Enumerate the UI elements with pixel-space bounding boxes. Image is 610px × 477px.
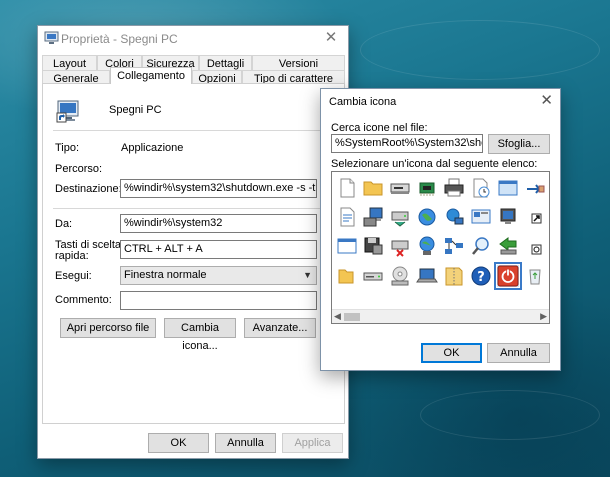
close-icon[interactable]: ✕ xyxy=(322,29,340,47)
commento-label: Commento: xyxy=(55,294,112,306)
tab-dettagli[interactable]: Dettagli xyxy=(199,55,252,71)
scrollbar-thumb[interactable] xyxy=(344,313,360,321)
recycle-bin-icon[interactable] xyxy=(524,265,546,287)
network-globe-icon[interactable] xyxy=(443,206,465,228)
cambia-icona-dialog: Cambia icona ✕ Cerca icone nel file: %Sy… xyxy=(320,88,561,371)
scroll-left-icon[interactable]: ◀ xyxy=(334,311,341,322)
drive-icon[interactable] xyxy=(389,206,411,228)
esegui-selected-value: Finestra normale xyxy=(124,269,207,281)
properties-titlebar: Proprietà - Spegni PC ✕ xyxy=(38,26,348,50)
printer-icon[interactable] xyxy=(443,177,465,199)
chevron-down-icon: ▼ xyxy=(303,270,312,280)
collegamento-panel: Spegni PC Tipo: Applicazione Percorso: D… xyxy=(42,83,345,424)
floppy-drive-icon[interactable] xyxy=(389,177,411,199)
da-label: Da: xyxy=(55,218,73,230)
archive-folder-icon[interactable] xyxy=(443,265,465,287)
system-panel-icon[interactable] xyxy=(470,206,492,228)
magnifier-icon[interactable] xyxy=(470,235,492,257)
blank-document-icon[interactable] xyxy=(336,177,358,199)
horizontal-scrollbar[interactable]: ◀ ▶ xyxy=(332,309,549,323)
tasti-label-line2: rapida: xyxy=(55,250,89,262)
avanzate-button[interactable]: Avanzate... xyxy=(244,318,316,338)
divider xyxy=(53,130,336,131)
text-document-icon[interactable] xyxy=(336,206,358,228)
destinazione-input[interactable]: %windir%\system32\shutdown.exe -s -t 00 xyxy=(120,179,317,198)
tipo-value: Applicazione xyxy=(121,142,184,154)
esegui-select[interactable]: Finestra normale ▼ xyxy=(120,266,317,285)
chip-icon[interactable] xyxy=(416,177,438,199)
scroll-right-icon[interactable]: ▶ xyxy=(540,311,547,322)
shortcut-arrow-icon[interactable] xyxy=(524,206,546,228)
shortcut-large-icon xyxy=(56,100,79,123)
globe-icon[interactable] xyxy=(416,206,438,228)
hard-drive-icon[interactable] xyxy=(362,265,384,287)
arrow-hand-icon[interactable] xyxy=(524,177,546,199)
ok-button[interactable]: OK xyxy=(148,433,209,453)
desktop-wallpaper-ripple xyxy=(360,20,600,80)
destinazione-label: Destinazione: xyxy=(55,183,122,195)
divider xyxy=(53,208,336,209)
annulla-button[interactable]: Annulla xyxy=(487,343,550,363)
network-nodes-icon[interactable] xyxy=(443,235,465,257)
svg-text:?: ? xyxy=(477,270,485,285)
apri-percorso-button[interactable]: Apri percorso file xyxy=(60,318,156,338)
cambia-icona-button[interactable]: Cambia icona... xyxy=(164,318,236,352)
icon-file-input[interactable]: %SystemRoot%\System32\shell32.dll xyxy=(331,134,483,153)
tab-collegamento[interactable]: Collegamento xyxy=(110,67,192,84)
cd-drive-icon[interactable] xyxy=(389,265,411,287)
display-arrow-icon[interactable] xyxy=(497,206,519,228)
search-label: Cerca icone nel file: xyxy=(331,122,428,134)
icon-list[interactable]: ? ◀ ▶ xyxy=(331,171,550,324)
tab-layout[interactable]: Layout xyxy=(42,55,97,71)
shortcut-app-icon xyxy=(44,31,59,44)
network-computer-icon[interactable] xyxy=(362,206,384,228)
blank-window-icon[interactable] xyxy=(336,235,358,257)
shortcut-name: Spegni PC xyxy=(109,104,162,116)
disconnected-drive-icon[interactable] xyxy=(389,235,411,257)
power-icon[interactable] xyxy=(494,262,522,290)
properties-title: Proprietà - Spegni PC xyxy=(61,32,178,46)
percorso-label: Percorso: xyxy=(55,163,103,175)
commento-input[interactable] xyxy=(120,291,317,310)
applica-button[interactable]: Applica xyxy=(282,433,343,453)
close-icon[interactable]: ✕ xyxy=(540,92,553,110)
globe-network-icon[interactable] xyxy=(416,235,438,257)
folder-icon[interactable] xyxy=(362,177,384,199)
laptop-icon[interactable] xyxy=(416,265,438,287)
annulla-button[interactable]: Annulla xyxy=(215,433,276,453)
green-arrow-drive-icon[interactable] xyxy=(497,235,519,257)
esegui-label: Esegui: xyxy=(55,270,92,282)
tipo-label: Tipo: xyxy=(55,142,80,154)
icon-list-label: Selezionare un'icona dal seguente elenco… xyxy=(331,158,538,170)
tab-versioni-precedenti[interactable]: Versioni precedenti xyxy=(252,55,345,86)
dialog-title: Cambia icona xyxy=(329,96,397,108)
open-folder-icon[interactable] xyxy=(336,265,358,287)
properties-window: Proprietà - Spegni PC ✕ Layout Colori Si… xyxy=(37,25,349,459)
da-input[interactable]: %windir%\system32 xyxy=(120,214,317,233)
sfoglia-button[interactable]: Sfoglia... xyxy=(488,134,550,154)
desktop-wallpaper-ripple xyxy=(420,390,600,440)
ok-button[interactable]: OK xyxy=(421,343,482,363)
window-app-icon[interactable] xyxy=(497,177,519,199)
help-icon[interactable]: ? xyxy=(470,265,492,287)
disk-floppy-icon[interactable] xyxy=(362,235,384,257)
clock-document-icon[interactable] xyxy=(470,177,492,199)
shortcut-small-icon[interactable] xyxy=(524,235,546,257)
tasti-input[interactable]: CTRL + ALT + A xyxy=(120,240,317,259)
